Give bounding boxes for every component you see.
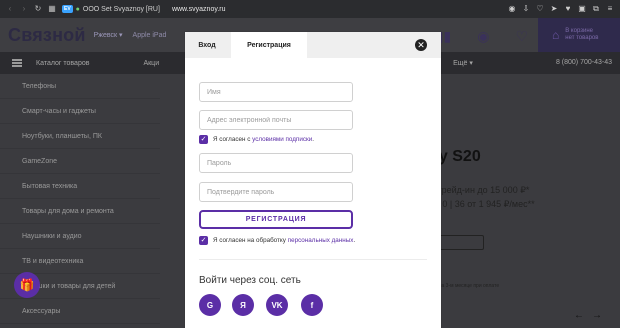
cart-text: В корзине нет товаров — [565, 28, 598, 42]
favorites-icon[interactable]: ♡ — [515, 28, 528, 45]
sidebar-item-accessories[interactable]: Аксессуары — [0, 299, 160, 324]
translate-icon[interactable]: ⧉ — [592, 5, 600, 13]
password-confirm-input[interactable] — [199, 182, 353, 202]
nav-item-more[interactable]: Ещё ▾ — [453, 59, 473, 67]
ssl-indicator[interactable]: EV ● OOO Set Svyaznoy [RU] — [62, 5, 160, 13]
catalog-link[interactable]: Каталог товаров — [36, 60, 89, 67]
subscribe-terms-link[interactable]: условиями подписки — [252, 136, 312, 143]
camera-icon[interactable]: ◉ — [508, 5, 516, 13]
yandex-login-button[interactable]: Я — [232, 294, 254, 316]
consent-checkbox[interactable]: ✓ — [199, 236, 208, 245]
auth-modal: Вход Регистрация ✕ ✓ Я согласен с услови… — [185, 32, 441, 328]
promo-line-2: 0 | 0 | 36 от 1 945 ₽/мес** — [430, 199, 535, 209]
sidebar-item-appliances[interactable]: Бытовая техника — [0, 174, 160, 199]
phone-number[interactable]: 8 (800) 700-43-43 — [556, 59, 612, 66]
password-input[interactable] — [199, 153, 353, 173]
sidebar-item-home[interactable]: Товары для дома и ремонта — [0, 199, 160, 224]
cart-line2: нет товаров — [565, 35, 599, 41]
divider — [199, 259, 427, 260]
ev-badge: EV — [62, 5, 73, 13]
register-button[interactable]: РЕГИСТРАЦИЯ — [199, 210, 353, 229]
arrow-right-icon[interactable]: → — [592, 310, 602, 321]
arrow-left-icon[interactable]: ← — [574, 310, 584, 321]
cart-icon: ⌂ — [552, 28, 560, 42]
auth-tabs: Вход Регистрация ✕ — [185, 32, 441, 58]
consent-label: Я согласен на обработку персональных дан… — [213, 237, 355, 244]
hamburger-icon[interactable] — [12, 59, 22, 67]
browser-toolbar: ‹ › ↻ ▦ EV ● OOO Set Svyaznoy [RU] www.s… — [0, 0, 620, 18]
consent-prefix: Я согласен на обработку — [213, 237, 288, 244]
subscribe-prefix: Я согласен с — [213, 136, 253, 143]
close-icon[interactable]: ✕ — [415, 39, 427, 51]
sidebar-item-phones[interactable]: Телефоны — [0, 74, 160, 99]
like-icon[interactable]: ♡ — [536, 5, 544, 13]
name-input[interactable] — [199, 82, 353, 102]
facebook-login-button[interactable]: f — [301, 294, 323, 316]
subscribe-label: Я согласен с условиями подписки. — [213, 136, 314, 143]
sidebar-item-tv[interactable]: ТВ и видеотехника — [0, 249, 160, 274]
sidebar-item-audio[interactable]: Наушники и аудио — [0, 224, 160, 249]
browser-actions: ◉ ⇩ ♡ ➤ ♥ ▣ ⧉ ≡ — [508, 5, 614, 13]
nav-item-promo[interactable]: Акци — [143, 60, 159, 67]
site-owner: OOO Set Svyaznoy [RU] — [82, 5, 160, 13]
social-title: Войти через соц. сеть — [199, 275, 301, 286]
site-logo[interactable]: Связной — [8, 25, 86, 46]
city-selector[interactable]: Ржевск ▾ — [94, 31, 123, 39]
banner-arrows: ← → — [574, 310, 602, 321]
back-icon[interactable]: ‹ — [6, 5, 14, 13]
sidebar-item-smartwatch[interactable]: Смарт-часы и гаджеты — [0, 99, 160, 124]
email-input[interactable] — [199, 110, 353, 130]
sidebar-item-gamezone[interactable]: GameZone — [0, 149, 160, 174]
vk-login-button[interactable]: VK — [266, 294, 288, 316]
gift-icon[interactable]: 🎁 — [14, 272, 40, 298]
cart-widget[interactable]: ⌂ В корзине нет товаров — [538, 18, 620, 52]
download-icon[interactable]: ⇩ — [522, 5, 530, 13]
promo-line-1: о трейд-ин до 15 000 ₽* — [430, 185, 530, 195]
extension-icon[interactable]: ▣ — [578, 5, 586, 13]
google-login-button[interactable]: G — [199, 294, 221, 316]
reload-icon[interactable]: ↻ — [34, 5, 42, 13]
tab-login[interactable]: Вход — [185, 32, 229, 58]
forward-icon[interactable]: › — [20, 5, 28, 13]
viewed-icon[interactable]: ◉ — [477, 28, 489, 45]
menu-icon[interactable]: ≡ — [606, 5, 614, 13]
personal-data-link[interactable]: персональных данных — [288, 237, 354, 244]
lock-icon: ● — [75, 5, 80, 13]
send-icon[interactable]: ➤ — [550, 5, 558, 13]
apps-grid-icon[interactable]: ▦ — [48, 5, 56, 13]
subscribe-checkbox[interactable]: ✓ — [199, 135, 208, 144]
bookmark-icon[interactable]: ♥ — [564, 5, 572, 13]
subscribe-suffix: . — [312, 136, 315, 143]
search-hint[interactable]: Apple iPad — [133, 32, 167, 39]
consent-suffix: . — [353, 237, 356, 244]
cart-line1: В корзине — [565, 28, 593, 34]
tab-register[interactable]: Регистрация — [231, 32, 307, 58]
address-bar[interactable]: www.svyaznoy.ru — [172, 6, 226, 13]
header-icons: ▮▮ ◉ ♡ — [436, 28, 528, 45]
sidebar-item-laptops[interactable]: Ноутбуки, планшеты, ПК — [0, 124, 160, 149]
